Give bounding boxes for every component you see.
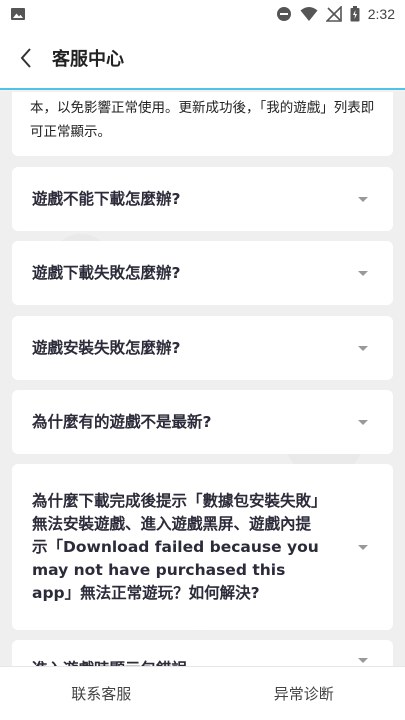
image-icon <box>10 6 26 22</box>
faq-question: 遊戲安裝失敗怎麼辦? <box>32 338 181 357</box>
do-not-disturb-icon <box>276 6 292 22</box>
battery-icon <box>350 6 360 22</box>
faq-item-data-package-failed[interactable]: 為什麼下載完成後提示「數據包安裝失敗」無法安裝遊戲、進入遊戲黑屏、遊戲內提示「D… <box>12 464 393 630</box>
faq-list[interactable]: 本，以免影響正常使用。更新成功後，「我的遊戲」列表即可正常顯示。 遊戲不能下載怎… <box>0 92 405 666</box>
faq-question: 遊戲下載失敗怎麼辦? <box>32 263 181 282</box>
faq-question: 遊戲不能下載怎麼辦? <box>32 189 181 208</box>
page-title: 客服中心 <box>52 49 124 70</box>
faq-item-install-failed[interactable]: 遊戲安裝失敗怎麼辦? <box>12 316 393 380</box>
faq-question: 為什麼下載完成後提示「數據包安裝失敗」無法安裝遊戲、進入遊戲黑屏、遊戲內提示「D… <box>32 491 319 602</box>
status-time: 2:32 <box>367 6 395 22</box>
faq-item-not-latest[interactable]: 為什麼有的遊戲不是最新? <box>12 390 393 454</box>
diagnose-button[interactable]: 异常诊断 <box>203 667 405 720</box>
faq-item-partial[interactable]: 進入遊戲時顯示包錯誤 <box>12 640 393 666</box>
bottom-bar: 联系客服 异常诊断 <box>0 666 405 720</box>
chevron-down-icon <box>353 346 373 351</box>
faq-item-cannot-download[interactable]: 遊戲不能下載怎麼辦? <box>12 167 393 231</box>
chevron-down-icon <box>353 420 373 425</box>
chevron-down-icon <box>353 658 373 663</box>
back-button[interactable] <box>0 27 52 89</box>
faq-question: 為什麼有的遊戲不是最新? <box>32 412 212 431</box>
app-bar: 客服中心 <box>0 28 405 90</box>
wifi-icon <box>300 6 318 22</box>
faq-item-download-failed[interactable]: 遊戲下載失敗怎麼辦? <box>12 241 393 305</box>
faq-answer-card: 本，以免影響正常使用。更新成功後，「我的遊戲」列表即可正常顯示。 <box>12 92 393 156</box>
status-bar: 2:32 <box>0 0 405 28</box>
faq-answer-text: 本，以免影響正常使用。更新成功後，「我的遊戲」列表即可正常顯示。 <box>30 100 375 140</box>
faq-question: 進入遊戲時顯示包錯誤 <box>32 658 353 666</box>
chevron-down-icon <box>353 271 373 276</box>
chevron-down-icon <box>353 197 373 202</box>
no-signal-icon <box>325 6 342 22</box>
contact-support-button[interactable]: 联系客服 <box>0 667 203 720</box>
chevron-down-icon <box>353 545 373 550</box>
chevron-left-icon <box>20 48 31 68</box>
